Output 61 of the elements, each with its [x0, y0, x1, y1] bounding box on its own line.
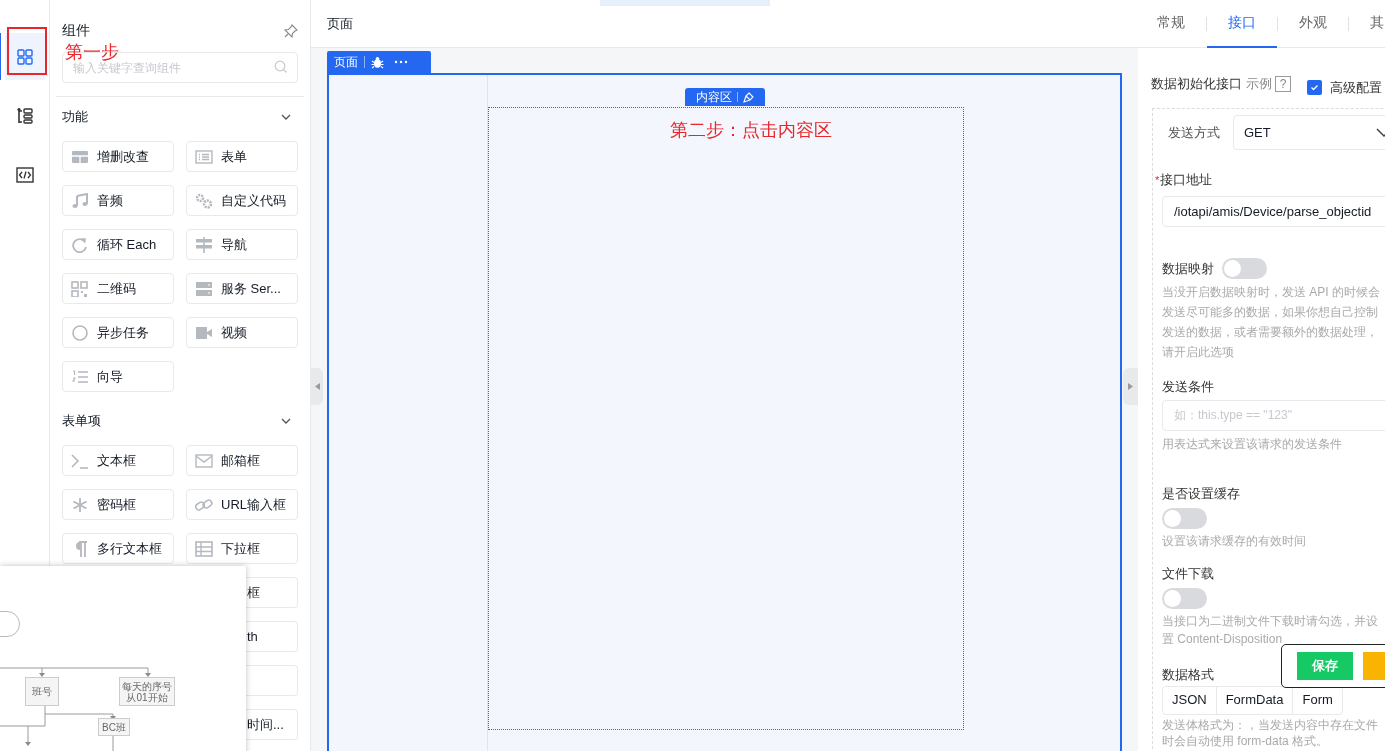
field-label: 数据格式 — [1162, 665, 1214, 683]
group-title: 功能 — [62, 108, 88, 127]
field-label: 数据初始化接口 — [1151, 75, 1242, 94]
component-card[interactable]: 向导 — [62, 361, 174, 392]
component-card[interactable]: 框 — [245, 577, 298, 608]
format-option[interactable]: JSON — [1163, 686, 1216, 714]
example-link[interactable]: 示例 — [1246, 74, 1272, 94]
component-card[interactable]: 二维码 — [62, 273, 174, 304]
content-area[interactable]: 第二步：点击内容区 — [488, 107, 964, 730]
component-card[interactable]: 多行文本框 — [62, 533, 174, 564]
field-description: 用表达式来设置该请求的发送条件 — [1162, 435, 1343, 453]
field-label: 数据映射 — [1162, 259, 1214, 277]
field-description: 设置该请求缓存的有效时间 — [1162, 532, 1307, 550]
component-card[interactable]: URL输入框 — [186, 489, 298, 520]
component-card[interactable]: 文本框 — [62, 445, 174, 476]
step-note: 第二步：点击内容区 — [670, 119, 832, 142]
field-label: 是否设置缓存 — [1162, 484, 1240, 502]
field-description: 发送体格式为：，当发送内容中存在文件时会自动使用 form-data 格式。 — [1162, 716, 1379, 749]
content-area-tab[interactable]: 内容区 — [685, 88, 765, 106]
page-label-tab[interactable]: 页面 — [327, 51, 431, 73]
tab-label: 内容区 — [696, 89, 732, 106]
tab-label: 页面 — [334, 54, 358, 71]
component-card[interactable]: 自定义代码 — [186, 185, 298, 216]
field-label: 发送条件 — [1162, 377, 1214, 395]
node-label: 班号 — [32, 686, 52, 697]
component-card[interactable]: 循环 Each — [62, 229, 174, 260]
component-card[interactable]: 表单 — [186, 141, 298, 172]
tab[interactable]: 接口 — [1207, 0, 1277, 48]
field-label: 文件下载 — [1162, 564, 1214, 582]
condition-field[interactable]: 如：this.type == "123" — [1162, 399, 1385, 431]
method-select[interactable]: GET — [1233, 115, 1385, 150]
select-value: GET — [1244, 123, 1271, 142]
url-field[interactable]: /iotapi/amis/Device/parse_objectid — [1162, 195, 1385, 227]
component-card[interactable]: 导航 — [186, 229, 298, 260]
component-card[interactable]: 邮箱框 — [186, 445, 298, 476]
field-label: 接口地址 — [1160, 171, 1213, 189]
page-frame[interactable]: 内容区 第二步：点击内容区 — [327, 73, 1122, 751]
component-card[interactable]: 异步任务 — [62, 317, 174, 348]
page-title: 页面 — [327, 14, 353, 33]
component-card[interactable]: th — [245, 621, 298, 652]
component-card[interactable]: 时间... — [245, 709, 298, 740]
node-label: BC班 — [102, 721, 126, 733]
checkbox-label: 高级配置 — [1330, 78, 1382, 97]
component-card[interactable]: 密码框 — [62, 489, 174, 520]
tab[interactable]: 外观 — [1278, 0, 1348, 48]
tab[interactable]: 其 — [1349, 0, 1385, 48]
required-mark: * — [1155, 172, 1160, 188]
node-label: 从01开始 — [126, 691, 168, 703]
component-card[interactable]: 增删改查 — [62, 141, 174, 172]
field-description: 当接口为二进制文件下载时请勾选，并设置 Content-Disposition — [1162, 612, 1379, 648]
tab[interactable]: 常规 — [1138, 0, 1206, 48]
field-description: 当没开启数据映射时，发送 API 的时候会发送尽可能多的数据，如果你想自己控制发送的数据，或者需要额外的数据处理，请开启此选项 — [1162, 283, 1381, 361]
help-icon[interactable]: ? — [1275, 76, 1291, 92]
component-card[interactable]: 音频 — [62, 185, 174, 216]
node-label: 每天的序号 — [122, 680, 172, 692]
component-card[interactable]: 视频 — [186, 317, 298, 348]
group-title: 表单项 — [62, 412, 101, 431]
component-card[interactable]: 下拉框 — [186, 533, 298, 564]
panel-title: 组件 — [62, 21, 90, 40]
component-card[interactable]: 服务 Ser... — [186, 273, 298, 304]
field-label: 发送方式 — [1168, 123, 1221, 142]
